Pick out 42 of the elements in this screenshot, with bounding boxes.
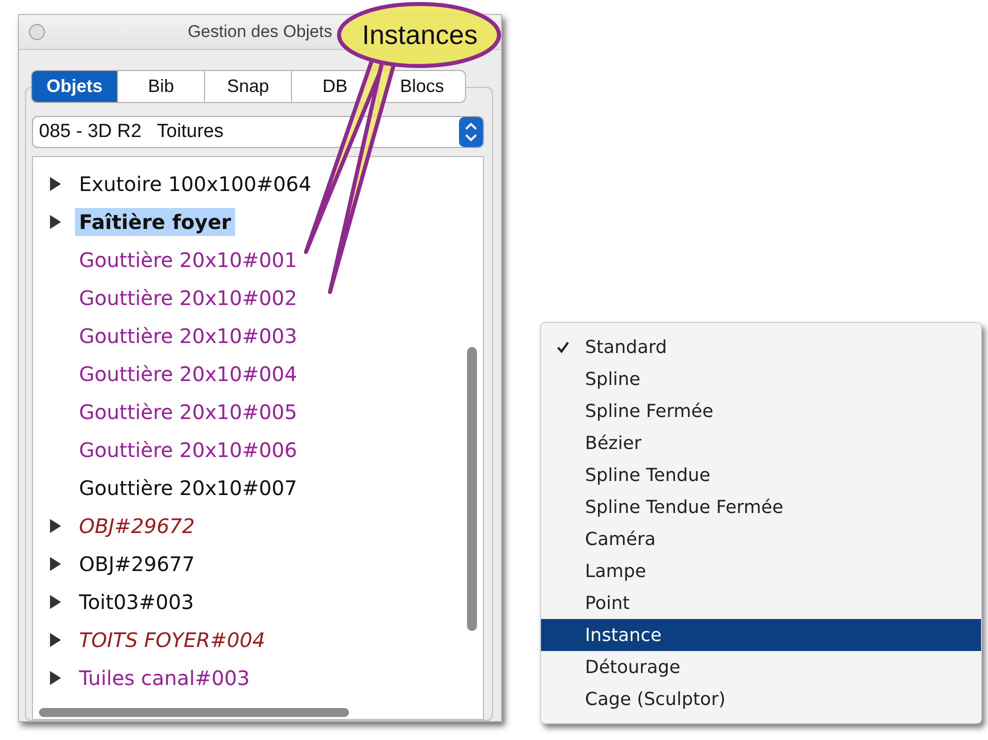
tab[interactable]: Objets (31, 70, 118, 103)
tree-item[interactable]: Gouttière 20x10#006 (75, 436, 302, 464)
disclosure-triangle-icon[interactable] (47, 556, 63, 572)
scrollbar-thumb[interactable] (467, 347, 477, 631)
tab[interactable]: Bib (118, 70, 205, 103)
tree-item[interactable]: OBJ#29672 (75, 512, 199, 540)
tab[interactable]: Snap (205, 70, 292, 103)
disclosure-triangle-icon[interactable] (47, 670, 63, 686)
tree-item[interactable]: Gouttière 20x10#005 (75, 398, 302, 426)
menu-item[interactable]: Standard (541, 331, 981, 363)
disclosure-triangle-icon[interactable] (47, 176, 63, 192)
callout-label: Instances (362, 23, 478, 47)
menu-item[interactable]: Caméra (541, 523, 981, 555)
scrollbar-thumb[interactable] (39, 708, 349, 717)
window-title: Gestion des Objets (188, 22, 332, 42)
tree-item[interactable]: Gouttière 20x10#001 (75, 246, 302, 274)
disclosure-triangle-icon[interactable] (47, 214, 63, 230)
disclosure-triangle-icon[interactable] (47, 518, 63, 534)
menu-item[interactable]: Spline Fermée (541, 395, 981, 427)
tree-item[interactable]: Gouttière 20x10#002 (75, 284, 302, 312)
disclosure-triangle-icon[interactable] (47, 632, 63, 648)
menu-item[interactable]: Spline (541, 363, 981, 395)
stepper-icon (459, 117, 483, 147)
menu-item[interactable]: Instance (541, 619, 981, 651)
menu-item[interactable]: Bézier (541, 427, 981, 459)
tree-item[interactable]: Gouttière 20x10#007 (75, 474, 302, 502)
library-dropdown[interactable]: 085 - 3D R2 Toitures (32, 116, 484, 148)
tree-item[interactable]: OBJ#29677 (75, 550, 199, 578)
tree-item[interactable]: Toit03#003 (75, 588, 198, 616)
disclosure-triangle-icon[interactable] (47, 594, 63, 610)
tree-item[interactable]: Gouttière 20x10#003 (75, 322, 302, 350)
menu-item[interactable]: Spline Tendue Fermée (541, 491, 981, 523)
menu-item[interactable]: Cage (Sculptor) (541, 683, 981, 715)
menu-item[interactable]: Spline Tendue (541, 459, 981, 491)
menu-item[interactable]: Détourage (541, 651, 981, 683)
tree-item[interactable]: Exutoire 100x100#064 (75, 170, 316, 198)
menu-item[interactable]: Point (541, 587, 981, 619)
tree-item[interactable]: TOITS FOYER#004 (75, 626, 270, 654)
tree-item[interactable]: Tuiles canal#003 (75, 664, 254, 692)
tree-item[interactable]: Gouttière 20x10#004 (75, 360, 302, 388)
tree-item[interactable]: Faîtière foyer (75, 208, 236, 236)
menu-item[interactable]: Lampe (541, 555, 981, 587)
